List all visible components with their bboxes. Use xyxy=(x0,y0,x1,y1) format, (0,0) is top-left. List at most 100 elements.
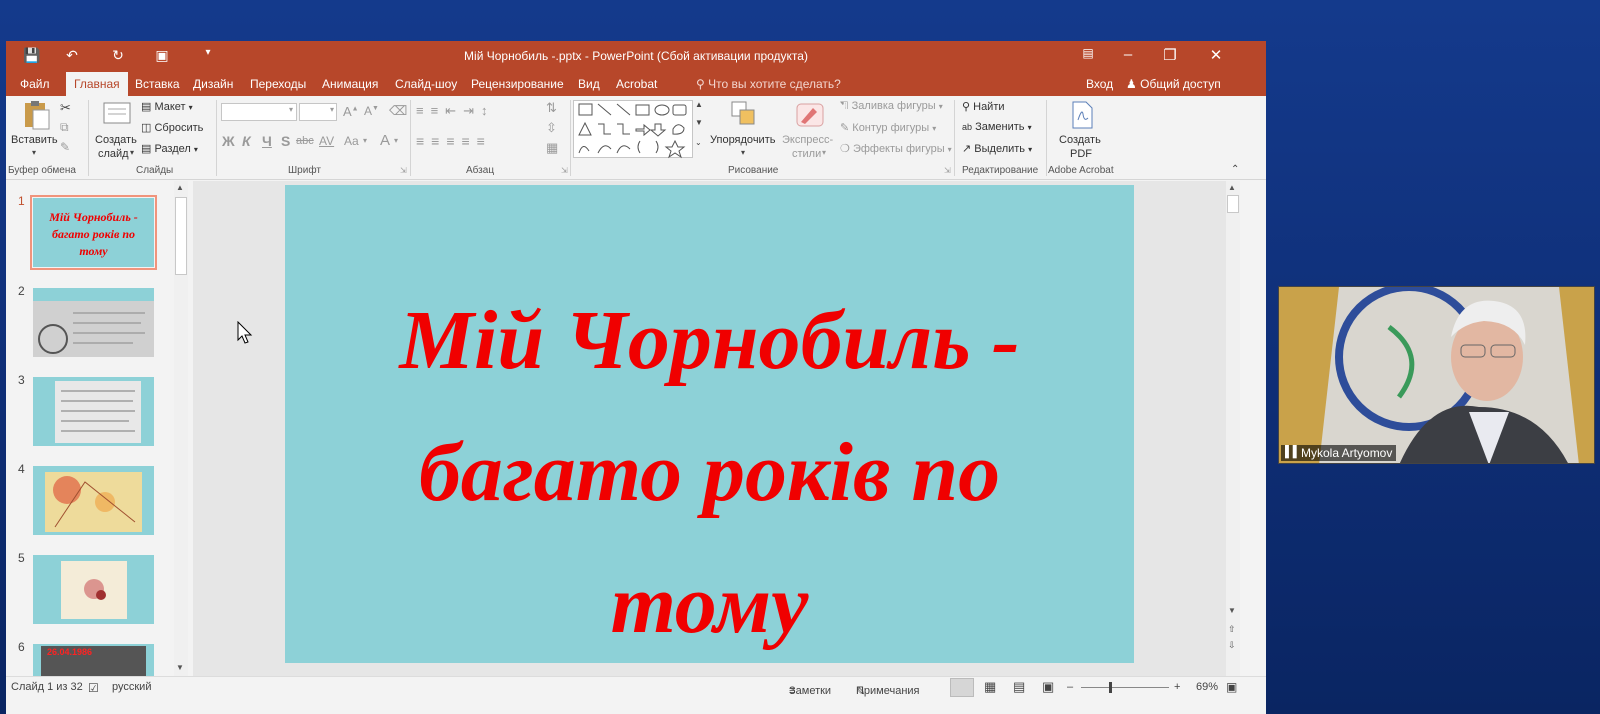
reset-button[interactable]: ◫ Сбросить xyxy=(141,121,203,134)
slide-thumbnail-4[interactable] xyxy=(33,466,154,535)
new-slide-label-1[interactable]: Создать xyxy=(95,134,137,146)
font-dialog-launcher-icon[interactable]: ⇲ xyxy=(400,166,407,175)
arrange-dropdown-icon[interactable]: ▾ xyxy=(741,148,745,157)
scrollbar-thumb[interactable] xyxy=(175,197,187,275)
zoom-level[interactable]: 69% xyxy=(1196,681,1218,693)
italic-button[interactable]: К xyxy=(242,133,251,149)
quick-styles-icon[interactable] xyxy=(795,100,827,130)
tell-me-search[interactable]: ⚲ Что вы хотите сделать? xyxy=(696,72,841,96)
scrollbar-thumb[interactable] xyxy=(1227,195,1239,213)
paste-icon[interactable] xyxy=(22,100,50,130)
quick-styles-label-2[interactable]: стили xyxy=(792,148,821,160)
maximize-button[interactable]: ❐ xyxy=(1159,46,1181,64)
participant-video[interactable]: Mykola Artyomov ▌▌ xyxy=(1278,286,1595,464)
tab-file[interactable]: Файл xyxy=(20,72,50,96)
quick-styles-label-1[interactable]: Экспресс- xyxy=(782,134,833,146)
create-pdf-label-1[interactable]: Создать xyxy=(1059,134,1101,146)
quick-styles-dropdown-icon[interactable]: ▾ xyxy=(822,148,826,157)
section-button[interactable]: ▤ Раздел ▾ xyxy=(141,142,198,155)
scroll-down-icon[interactable]: ▼ xyxy=(1228,606,1236,615)
replace-button[interactable]: ab Заменить ▾ xyxy=(962,121,1032,133)
shape-outline-button[interactable]: ✎ Контур фигуры ▾ xyxy=(840,121,936,134)
thumbnails-scrollbar[interactable]: ▲ ▼ xyxy=(174,181,188,676)
shrink-font-icon[interactable]: A▼ xyxy=(364,104,379,118)
zoom-slider-thumb[interactable] xyxy=(1109,682,1112,693)
ribbon-display-icon[interactable]: ▤ xyxy=(1077,46,1099,60)
slide-scrollbar[interactable]: ▲ ▼ ⇧ ⇩ xyxy=(1226,181,1240,676)
slide-sorter-icon[interactable]: ▦ xyxy=(984,679,996,695)
collapse-ribbon-icon[interactable]: ⌃ xyxy=(1231,164,1239,175)
tab-review[interactable]: Рецензирование xyxy=(471,72,564,96)
strikethrough-button[interactable]: abc xyxy=(296,135,314,147)
layout-button[interactable]: ▤ Макет ▾ xyxy=(141,100,193,113)
smartart-icon[interactable]: ▦ xyxy=(546,140,558,156)
next-slide-icon[interactable]: ⇩ xyxy=(1228,640,1236,651)
new-slide-icon[interactable] xyxy=(102,101,132,127)
change-case-button[interactable]: Aa xyxy=(344,134,359,148)
underline-button[interactable]: Ч xyxy=(262,133,272,149)
share-button[interactable]: ♟ Общий доступ xyxy=(1126,72,1221,96)
char-spacing-button[interactable]: AV xyxy=(319,134,334,148)
shapes-gallery[interactable] xyxy=(573,100,693,159)
tab-view[interactable]: Вид xyxy=(578,72,600,96)
find-button[interactable]: ⚲ Найти xyxy=(962,100,1005,113)
zoom-slider-track[interactable] xyxy=(1081,687,1169,688)
slide-thumbnail-2[interactable] xyxy=(33,288,154,357)
spelling-icon[interactable]: ☑ xyxy=(88,681,99,695)
shape-fill-button[interactable]: ⛠ Заливка фигуры ▾ xyxy=(840,100,943,114)
paste-button[interactable]: Вставить xyxy=(11,134,58,146)
tab-slideshow[interactable]: Слайд-шоу xyxy=(395,72,457,96)
fit-to-window-icon[interactable]: ▣ xyxy=(1226,680,1237,694)
list-buttons-icon[interactable]: ≡≡⇤⇥↕ xyxy=(416,103,494,119)
bold-button[interactable]: Ж xyxy=(222,133,235,149)
tab-animations[interactable]: Анимация xyxy=(322,72,378,96)
language-indicator[interactable]: русский xyxy=(112,681,151,693)
copy-icon[interactable]: ⧉ xyxy=(60,120,69,135)
reading-view-icon[interactable]: ▤ xyxy=(1013,679,1025,695)
slide-title[interactable]: Мій Чорнобиль - багато років по тому xyxy=(285,275,1134,671)
select-button[interactable]: ↗ Выделить ▾ xyxy=(962,142,1032,155)
slide-thumbnail-3[interactable] xyxy=(33,377,154,446)
tab-home[interactable]: Главная xyxy=(66,72,128,96)
font-name-dropdown-icon[interactable]: ▾ xyxy=(289,105,293,114)
tab-acrobat[interactable]: Acrobat xyxy=(616,72,657,96)
new-slide-dropdown-icon[interactable]: ▾ xyxy=(130,148,134,157)
previous-slide-icon[interactable]: ⇧ xyxy=(1228,624,1236,635)
arrange-button[interactable]: Упорядочить xyxy=(710,134,775,146)
tab-insert[interactable]: Вставка xyxy=(135,72,180,96)
slide-thumbnail-6[interactable]: 26.04.1986 xyxy=(33,644,154,676)
current-slide[interactable]: Мій Чорнобиль - багато років по тому xyxy=(285,185,1134,663)
slideshow-view-icon[interactable]: ▣ xyxy=(1042,679,1054,695)
minimize-button[interactable]: – xyxy=(1117,46,1139,63)
shape-effects-button[interactable]: ❍ Эффекты фигуры ▾ xyxy=(840,142,952,155)
tab-design[interactable]: Дизайн xyxy=(193,72,233,96)
scroll-down-icon[interactable]: ▼ xyxy=(176,663,184,672)
align-text-icon[interactable]: ⇳ xyxy=(546,120,557,136)
clear-formatting-icon[interactable]: ⌫ xyxy=(389,103,407,119)
font-name-input[interactable] xyxy=(221,103,297,121)
scroll-up-icon[interactable]: ▲ xyxy=(176,183,184,192)
paragraph-dialog-launcher-icon[interactable]: ⇲ xyxy=(561,166,568,175)
text-direction-icon[interactable]: ⇅ xyxy=(546,100,557,116)
new-slide-label-2[interactable]: слайд xyxy=(98,148,129,160)
arrange-icon[interactable] xyxy=(730,100,760,130)
cut-icon[interactable]: ✂ xyxy=(60,100,71,116)
slide-thumbnail-1[interactable]: Мій Чорнобиль - багато років по тому xyxy=(30,195,157,270)
change-case-dropdown-icon[interactable]: ▾ xyxy=(363,136,367,145)
shapes-scroll-up-icon[interactable]: ▲ xyxy=(695,100,703,109)
signin-link[interactable]: Вход xyxy=(1086,72,1113,96)
font-color-dropdown-icon[interactable]: ▾ xyxy=(394,136,398,145)
zoom-in-button[interactable]: + xyxy=(1174,681,1180,693)
zoom-out-button[interactable]: – xyxy=(1067,681,1073,693)
grow-font-icon[interactable]: A▲ xyxy=(343,104,359,119)
pdf-icon[interactable] xyxy=(1070,100,1094,130)
shapes-scroll-down-icon[interactable]: ▼ xyxy=(695,118,703,127)
shapes-more-icon[interactable]: ⌄ xyxy=(695,138,702,147)
drawing-dialog-launcher-icon[interactable]: ⇲ xyxy=(944,166,951,175)
slide-thumbnail-5[interactable] xyxy=(33,555,154,624)
shadow-s-button[interactable]: S xyxy=(281,133,290,149)
format-painter-icon[interactable]: ✎ xyxy=(60,140,70,154)
alignment-buttons-icon[interactable]: ≡≡≡≡≡ xyxy=(416,133,492,149)
create-pdf-label-2[interactable]: PDF xyxy=(1070,148,1092,160)
tab-transitions[interactable]: Переходы xyxy=(250,72,306,96)
